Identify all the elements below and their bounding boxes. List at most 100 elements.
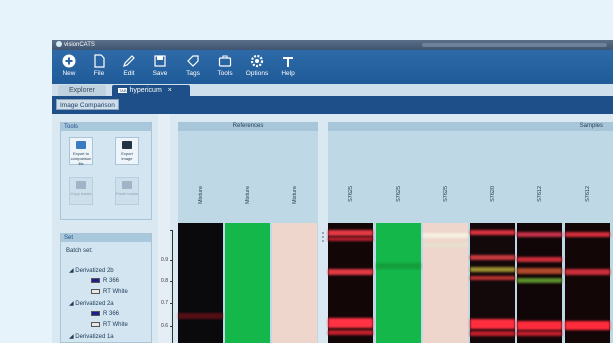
ref-lane[interactable] [272,223,317,343]
ref-lane-label: Mixture [291,186,298,205]
color-swatch [91,289,100,294]
tools-panel: Tools Export to comparison file Export i… [60,122,152,220]
ref-lane[interactable] [178,223,223,343]
color-swatch [91,278,100,283]
axis-tick-label: 0.6 [161,323,168,329]
file-icon [92,54,106,68]
track-band [470,331,515,336]
axis-tick-label: 0.9 [161,257,168,263]
ref-lane-label: Mixture [197,186,204,205]
tree-item-r366[interactable]: R 366 [91,311,119,317]
track-band [517,331,562,336]
track-band [328,269,373,275]
new-button[interactable]: New [54,52,84,82]
ribbon-toolbar: New File Edit Save Tags Tools Options He… [52,50,613,84]
plus-icon [62,54,76,68]
tree-group-derivatized-1a[interactable]: ◢ Derivatized 1a [69,333,114,340]
track-band [565,269,610,275]
paste-tracks-button[interactable]: Paste tracks [115,177,139,205]
axis-tick [170,281,173,282]
samp-lane-label: S7625 [347,186,354,202]
track-band [178,313,223,319]
track-band [517,268,562,274]
track-band [470,267,515,272]
samp-lane-label: S7625 [442,186,449,202]
track-band [517,232,562,237]
splitter-grip-icon [322,232,324,242]
track-band [423,243,468,247]
references-header: References [178,122,318,131]
tab-close-icon[interactable]: × [168,87,172,94]
tags-button[interactable]: Tags [178,52,208,82]
set-panel: Set Batch set: ◢ Derivatized 2b R 366 RT… [60,233,152,343]
file-button[interactable]: File [84,52,114,82]
sub-toolbar: Image Comparison [52,96,613,114]
batch-set-label: Batch set: [66,248,93,254]
ref-lane-label: Mixture [244,186,251,205]
document-tabs: Explorer TAB hypericum × [52,84,613,96]
help-button[interactable]: Help [273,52,303,82]
axis-tick-label: 0.7 [161,300,168,306]
tab-hypericum-label: hypericum [129,87,162,94]
samp-lane-label: S7620 [489,186,496,202]
tree-group-derivatized-2b[interactable]: ◢ Derivatized 2b [69,267,114,274]
set-panel-title: Set [61,234,151,242]
track-band [565,232,610,237]
toolbox-icon [218,54,232,68]
samp-lane-label: S7612 [584,186,591,202]
samp-lane[interactable] [470,223,515,343]
panel-splitter[interactable] [320,122,326,343]
application-window: visionCATS New File Edit Save Tags Tools [52,40,613,343]
track-band [470,230,515,235]
samp-lane-label: S7625 [395,186,402,202]
main-content: Tools Export to comparison file Export i… [52,114,613,343]
axis-tick [170,260,173,261]
export-to-comparison-file-button[interactable]: Export to comparison file [69,137,93,166]
tree-group-derivatized-2a[interactable]: ◢ Derivatized 2a [69,300,114,307]
image-comparison-button[interactable]: Image Comparison [56,99,119,110]
axis-tick [170,303,173,304]
color-swatch [91,322,100,327]
app-logo-icon [56,41,62,48]
tree-item-rt-white[interactable]: RT White [91,289,128,295]
tag-icon [186,54,200,68]
samp-lane[interactable] [376,223,421,343]
paste-icon [122,181,132,189]
samp-lane[interactable] [328,223,373,343]
track-band [470,319,515,329]
edit-button[interactable]: Edit [114,52,144,82]
title-bar: visionCATS [52,40,613,50]
tree-item-rt-white[interactable]: RT White [91,322,128,328]
tree-item-r366[interactable]: R 366 [91,278,119,284]
samp-lane[interactable] [423,223,468,343]
options-button[interactable]: Options [242,52,272,82]
tools-button[interactable]: Tools [210,52,240,82]
copy-tracks-button[interactable]: Copy tracks [69,177,93,205]
title-bar-blurred-text [422,43,607,47]
ref-lane[interactable] [225,223,270,343]
track-band [328,330,373,335]
copy-icon [76,181,86,189]
samp-lane[interactable] [517,223,562,343]
pencil-icon [122,54,136,68]
save-icon [153,54,167,68]
tab-badge: TAB [118,87,128,93]
tab-explorer[interactable]: Explorer [58,85,106,96]
track-band [423,233,468,238]
track-band [517,257,562,262]
track-band [517,321,562,330]
save-button[interactable]: Save [145,52,175,82]
gear-icon [250,54,264,68]
track-band [328,318,373,328]
track-band [470,255,515,260]
tools-panel-title: Tools [61,123,151,131]
export-icon [76,141,86,149]
track-band [376,263,421,269]
export-image-button[interactable]: Export image [115,137,139,165]
help-icon [281,54,295,68]
axis-tick-label: 0.8 [161,278,168,284]
save-image-icon [122,141,132,149]
rf-axis: 0.9 0.8 0.7 0.6 [161,230,173,343]
tab-hypericum[interactable]: TAB hypericum × [112,85,190,96]
samp-lane[interactable] [565,223,610,343]
